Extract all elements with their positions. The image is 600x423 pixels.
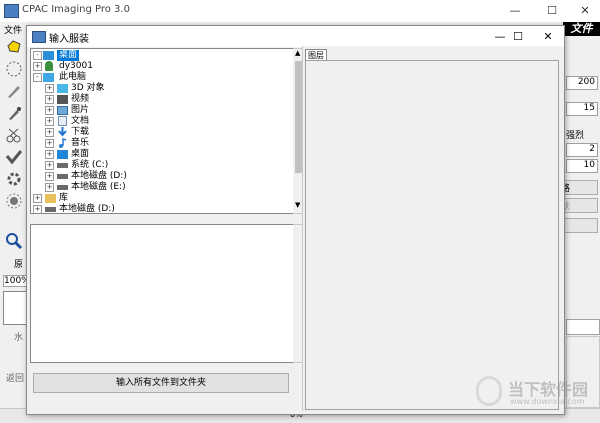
expand-icon[interactable]: +: [45, 128, 54, 137]
lu-button[interactable]: 路: [560, 180, 598, 195]
tree-label: 下载: [71, 127, 90, 137]
back-label[interactable]: 返回: [6, 371, 24, 384]
value-field-4[interactable]: 10: [566, 159, 598, 173]
label-water: 水: [14, 333, 24, 343]
dialog-maximize-button[interactable]: ☐: [502, 26, 534, 47]
right-box: [566, 319, 600, 335]
preview-panel: 图层: [302, 46, 561, 411]
label-yuan: 原: [14, 260, 24, 270]
tree-label: 本地磁盘 (D:): [71, 171, 127, 181]
video-icon: [57, 95, 68, 104]
watermark: 当下软件园 www.downxia.com: [470, 372, 600, 412]
brush-icon[interactable]: [5, 82, 23, 100]
picture-icon: [57, 106, 68, 115]
scroll-up-icon[interactable]: ▲: [295, 49, 300, 57]
collapse-icon[interactable]: -: [33, 73, 42, 82]
dialog-titlebar: 输入服装 — ☐ ✕: [27, 26, 564, 47]
desktop-folder-icon: [43, 51, 54, 60]
scissors-icon[interactable]: [5, 126, 23, 144]
collapse-icon[interactable]: -: [33, 51, 42, 60]
tree-label: 音乐: [71, 138, 90, 148]
tree-label: 此电脑: [59, 72, 87, 82]
desktop-icon: [57, 150, 68, 159]
dialog-close-button[interactable]: ✕: [532, 26, 564, 47]
download-arrow-icon: [57, 127, 68, 137]
expand-icon[interactable]: +: [33, 194, 42, 203]
drive-icon: [57, 174, 68, 179]
tree-label: 系统 (C:): [71, 160, 109, 170]
sun-tool-icon[interactable]: [5, 192, 23, 210]
strong-label: 强烈: [566, 131, 585, 141]
tree-label: 视频: [71, 94, 90, 104]
tree-label: 桌面: [71, 149, 90, 159]
gear-tool-icon[interactable]: [5, 170, 23, 188]
zoom-field[interactable]: 100%: [3, 275, 30, 287]
tree-label: 本地磁盘 (D:): [59, 204, 115, 214]
fu-button[interactable]: 肤: [560, 198, 598, 213]
dialog-icon: [32, 31, 46, 43]
tree-label: 本地磁盘 (E:): [71, 182, 126, 192]
library-folder-icon: [45, 194, 56, 203]
ellipse-select-icon[interactable]: [5, 60, 23, 78]
expand-icon[interactable]: +: [45, 117, 54, 126]
expand-icon[interactable]: +: [45, 106, 54, 115]
import-clothing-dialog: 输入服装 — ☐ ✕ - 桌面 + dy3001 - 此电脑 + 3D 对象 +: [26, 25, 565, 415]
main-window-title: CPAC Imaging Pro 3.0: [22, 4, 130, 15]
computer-icon: [43, 73, 54, 82]
preview-area: [305, 60, 559, 410]
magnifier-icon[interactable]: [5, 232, 23, 250]
main-titlebar: CPAC Imaging Pro 3.0 — ☐ ✕: [0, 0, 600, 23]
expand-icon[interactable]: +: [33, 62, 42, 71]
right-button-3[interactable]: [560, 218, 598, 233]
file-list[interactable]: [30, 224, 295, 363]
expand-icon[interactable]: +: [45, 95, 54, 104]
expand-icon[interactable]: +: [45, 139, 54, 148]
tree-label: 库: [59, 193, 69, 203]
dropper-icon[interactable]: [5, 104, 23, 122]
main-close-button[interactable]: ✕: [570, 0, 600, 22]
banner: 文件: [563, 22, 600, 36]
lasso-tool-icon[interactable]: [5, 38, 23, 56]
left-toolbar: 原 100% 水 返回: [0, 36, 30, 422]
scroll-down-icon[interactable]: ▼: [295, 201, 300, 209]
watermark-url: www.downxia.com: [510, 397, 585, 406]
value-field-3[interactable]: 2: [566, 143, 598, 157]
folder-tree[interactable]: - 桌面 + dy3001 - 此电脑 + 3D 对象 + 视频 + 图片 + …: [30, 48, 295, 214]
main-minimize-button[interactable]: —: [500, 0, 530, 22]
expand-icon[interactable]: +: [33, 205, 42, 213]
drive-icon: [45, 207, 56, 212]
expand-icon[interactable]: +: [45, 172, 54, 181]
main-maximize-button[interactable]: ☐: [537, 0, 567, 22]
check-tool-icon[interactable]: [5, 148, 23, 166]
expand-icon[interactable]: +: [45, 150, 54, 159]
value-field-1[interactable]: 200: [566, 76, 598, 90]
import-all-files-button[interactable]: 输入所有文件到文件夹: [33, 373, 289, 393]
document-icon: [58, 116, 67, 126]
drive-icon: [57, 185, 68, 190]
tree-label: 图片: [71, 105, 90, 115]
dialog-title: 输入服装: [49, 34, 89, 45]
expand-icon[interactable]: +: [45, 183, 54, 192]
app-icon: [4, 4, 19, 18]
music-note-icon: [57, 137, 68, 148]
cube-icon: [57, 84, 68, 93]
user-icon: [45, 61, 53, 71]
tree-label: 3D 对象: [71, 83, 105, 93]
tree-label: 文档: [71, 116, 90, 126]
watermark-logo-icon: [476, 376, 502, 406]
tree-label: 桌面: [57, 50, 80, 61]
tree-label: dy3001: [59, 61, 93, 71]
value-field-2[interactable]: 15: [566, 102, 598, 116]
menu-file[interactable]: 文件: [4, 23, 22, 36]
expand-icon[interactable]: +: [45, 84, 54, 93]
expand-icon[interactable]: +: [45, 161, 54, 170]
drive-icon: [57, 163, 68, 168]
